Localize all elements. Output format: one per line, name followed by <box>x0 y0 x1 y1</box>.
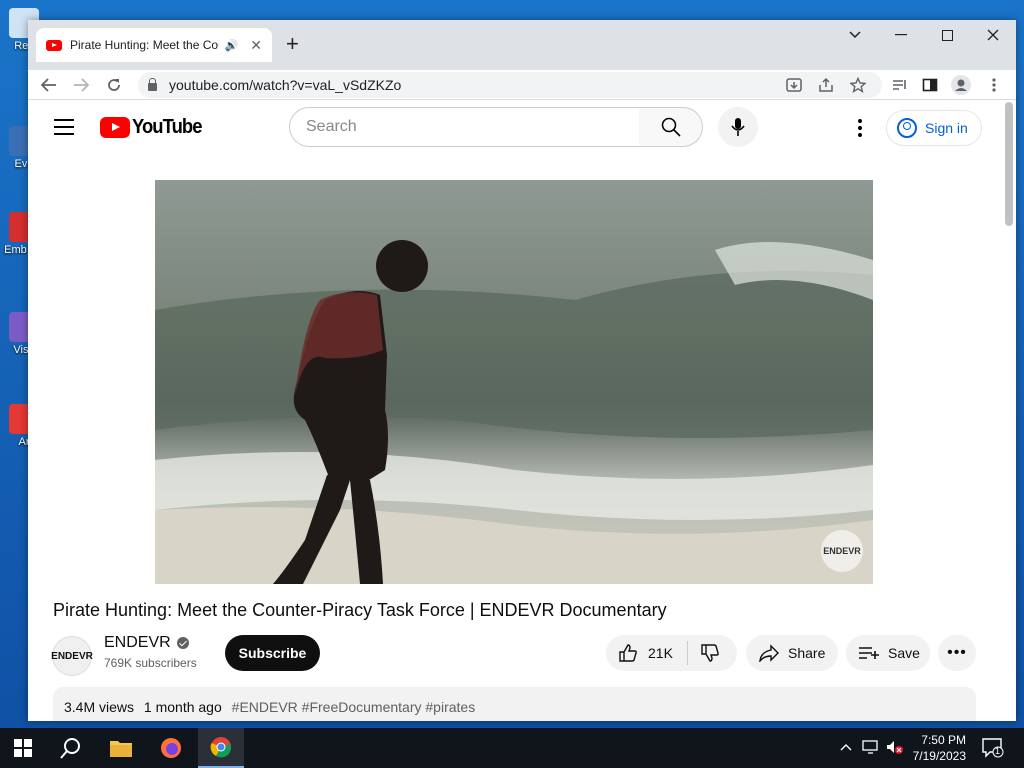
youtube-wordmark: YouTube <box>132 116 202 138</box>
thumbs-down-icon <box>701 644 719 662</box>
install-app-icon[interactable] <box>784 75 804 95</box>
like-button[interactable]: 21K <box>618 643 673 663</box>
search-icon <box>60 738 80 759</box>
add-to-playlist-icon <box>859 647 879 659</box>
verified-check-icon <box>176 637 189 649</box>
bookmark-star-icon[interactable] <box>848 75 868 95</box>
voice-search-button[interactable] <box>718 107 758 147</box>
new-tab-button[interactable]: + <box>286 33 299 55</box>
clock-date: 7/19/2023 <box>912 749 966 763</box>
browser-tab[interactable]: Pirate Hunting: Meet the Cou 🔊 ✕ <box>36 28 272 62</box>
tab-search-chevron-icon[interactable] <box>832 20 878 50</box>
folder-icon <box>110 741 132 757</box>
windows-logo-icon <box>14 739 32 757</box>
youtube-play-icon <box>100 117 130 138</box>
channel-name-row[interactable]: ENDEVR <box>104 634 189 652</box>
subscribe-button[interactable]: Subscribe <box>225 635 320 671</box>
profile-avatar-icon[interactable] <box>951 75 971 95</box>
system-clock[interactable]: 7:50 PM 7/19/2023 <box>913 732 966 764</box>
show-hidden-icons-chevron-icon[interactable] <box>840 740 852 754</box>
share-page-icon[interactable] <box>816 75 836 95</box>
tab-strip: Pirate Hunting: Meet the Cou 🔊 ✕ + <box>28 20 1016 70</box>
share-label: Share <box>788 645 826 661</box>
address-bar[interactable]: youtube.com/watch?v=vaL_vSdZKZo <box>138 72 882 98</box>
clock-time: 7:50 PM <box>921 733 966 747</box>
chrome-icon <box>210 737 232 758</box>
browser-toolbar: youtube.com/watch?v=vaL_vSdZKZo <box>28 70 1016 100</box>
save-button[interactable]: Save <box>846 635 930 671</box>
menu-hamburger-icon[interactable] <box>54 119 74 135</box>
share-arrow-icon <box>759 644 779 662</box>
video-player[interactable]: ENDEVR <box>155 180 873 584</box>
youtube-favicon-icon <box>46 39 62 51</box>
search-button[interactable] <box>639 107 703 147</box>
settings-more-icon[interactable] <box>848 116 872 140</box>
channel-name[interactable]: ENDEVR <box>104 634 171 652</box>
description-box[interactable]: 3.4M views 1 month ago #ENDEVR #FreeDocu… <box>53 687 976 721</box>
page-scrollbar[interactable] <box>1005 102 1013 226</box>
upload-age: 1 month ago <box>143 699 222 715</box>
subscriber-count: 769K subscribers <box>104 656 197 670</box>
media-control-icon[interactable] <box>890 75 910 95</box>
view-count: 3.4M views <box>64 699 135 715</box>
dislike-button[interactable] <box>700 643 720 663</box>
back-button[interactable] <box>38 74 60 96</box>
notification-count-badge: 1 <box>995 746 1001 756</box>
browser-window: Pirate Hunting: Meet the Cou 🔊 ✕ + youtu… <box>28 20 1016 721</box>
lock-icon[interactable] <box>148 78 157 91</box>
file-explorer-button[interactable] <box>98 728 144 768</box>
maximize-button[interactable] <box>924 20 970 50</box>
sign-in-button[interactable]: Sign in <box>886 110 982 146</box>
search-taskbar-button[interactable] <box>48 728 94 768</box>
network-icon[interactable] <box>862 740 880 757</box>
like-divider <box>686 641 688 665</box>
like-dislike-group: 21K <box>606 635 737 671</box>
share-button[interactable]: Share <box>746 635 838 671</box>
youtube-page: YouTube Search Sign in ENDEVR Pirate Hun… <box>28 100 1016 721</box>
video-frame <box>155 180 873 584</box>
url-text: youtube.com/watch?v=vaL_vSdZKZo <box>169 77 402 93</box>
thumbs-up-icon <box>619 644 637 662</box>
like-count: 21K <box>648 645 673 661</box>
start-button[interactable] <box>0 728 46 768</box>
search-icon <box>661 117 681 137</box>
close-tab-icon[interactable]: ✕ <box>250 37 262 54</box>
forward-button[interactable] <box>70 74 92 96</box>
firefox-icon <box>161 738 181 758</box>
tab-title: Pirate Hunting: Meet the Cou <box>70 38 219 52</box>
chrome-menu-icon[interactable] <box>984 75 1004 95</box>
volume-muted-icon[interactable] <box>886 740 904 757</box>
notification-center-icon[interactable]: 1 <box>982 738 1004 761</box>
video-title: Pirate Hunting: Meet the Counter-Piracy … <box>53 600 667 620</box>
more-actions-button[interactable]: ••• <box>938 635 976 671</box>
side-panel-icon[interactable] <box>920 75 940 95</box>
microphone-icon <box>731 118 745 136</box>
search-placeholder: Search <box>306 118 357 135</box>
save-label: Save <box>888 645 920 661</box>
chrome-taskbar-button[interactable] <box>198 728 244 768</box>
account-circle-icon <box>897 118 917 138</box>
close-window-button[interactable] <box>970 20 1016 50</box>
sign-in-label: Sign in <box>925 120 968 136</box>
channel-watermark[interactable]: ENDEVR <box>821 530 863 572</box>
youtube-header: YouTube Search Sign in <box>28 100 1016 156</box>
speaker-icon[interactable]: 🔊 <box>225 39 239 52</box>
minimize-button[interactable] <box>878 20 924 50</box>
channel-avatar[interactable]: ENDEVR <box>51 636 93 676</box>
reload-button[interactable] <box>103 74 125 96</box>
search-input[interactable]: Search <box>289 107 641 147</box>
taskbar: 7:50 PM 7/19/2023 1 <box>0 728 1024 768</box>
hashtags[interactable]: #ENDEVR #FreeDocumentary #pirates <box>232 699 476 715</box>
firefox-button[interactable] <box>148 728 194 768</box>
youtube-logo[interactable]: YouTube <box>100 116 208 139</box>
